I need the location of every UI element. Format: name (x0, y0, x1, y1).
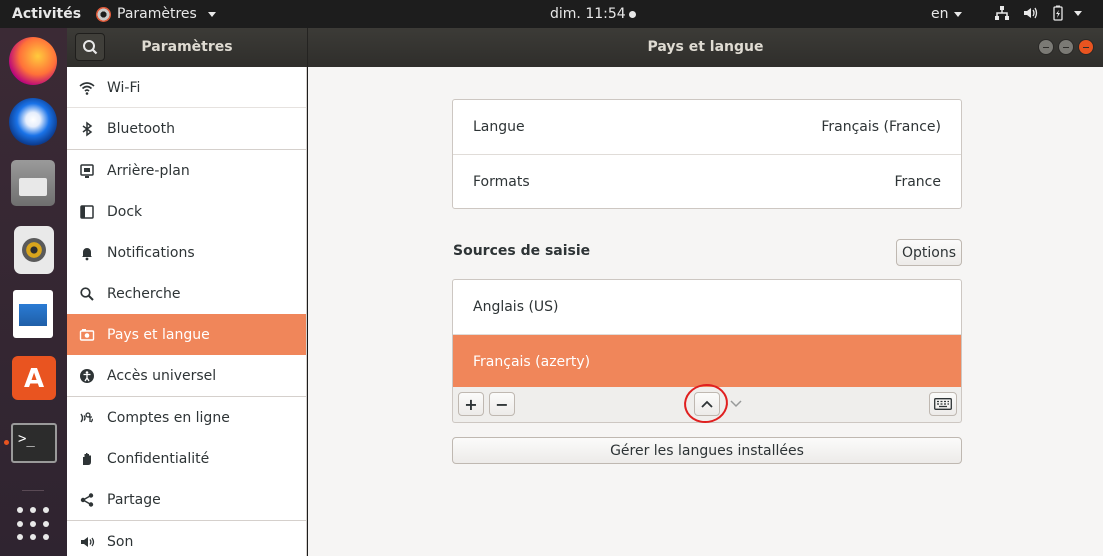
network-icon (995, 6, 1009, 20)
chevron-down-icon (953, 11, 962, 17)
show-applications-icon[interactable] (17, 507, 51, 541)
sidebar-item-label: Accès universel (107, 367, 217, 384)
sidebar-item-sound[interactable]: Son (67, 521, 306, 556)
main-pane: Langue Français (France) Formats France … (308, 67, 1103, 556)
chevron-down-icon (730, 400, 742, 408)
thunderbird-icon[interactable] (9, 98, 57, 146)
formats-row[interactable]: Formats France (453, 154, 961, 208)
keyboard-layout-button[interactable] (929, 392, 957, 416)
sidebar-item-bluetooth[interactable]: Bluetooth (67, 108, 306, 149)
input-language-menu[interactable]: en (931, 5, 962, 23)
input-source-label: Français (azerty) (473, 353, 591, 370)
language-value: Français (France) (821, 119, 941, 135)
sidebar-item-accessibility[interactable]: Accès universel (67, 355, 306, 396)
input-source-row[interactable]: Anglais (US) (453, 280, 961, 334)
background-icon (80, 163, 94, 178)
sidebar-item-region-language[interactable]: Pays et langue (67, 314, 306, 355)
share-icon (80, 492, 94, 507)
search-icon (80, 286, 94, 301)
wifi-icon (79, 81, 95, 95)
online-accounts-icon (80, 411, 93, 422)
clock-label: dim. 11:54 (550, 6, 626, 22)
page-title: Pays et langue (647, 39, 764, 55)
sidebar-item-notifications[interactable]: Notifications (67, 232, 306, 273)
sidebar-item-label: Arrière-plan (107, 162, 190, 179)
sidebar-item-sharing[interactable]: Partage (67, 479, 306, 520)
software-store-icon[interactable]: A (12, 356, 56, 400)
sidebar-item-label: Partage (107, 491, 161, 508)
input-source-row-selected[interactable]: Français (azerty) (453, 334, 961, 388)
system-tray[interactable] (994, 5, 1082, 21)
maximize-button[interactable] (1058, 39, 1074, 55)
formats-label: Formats (473, 173, 530, 190)
formats-value: France (894, 173, 941, 190)
input-source-label: Anglais (US) (473, 299, 559, 315)
clock[interactable]: dim. 11:54 (550, 5, 636, 23)
input-language-label: en (931, 6, 949, 22)
dock-icon (80, 204, 94, 219)
search-icon (83, 40, 98, 55)
input-sources-title: Sources de saisie (453, 243, 591, 259)
battery-icon (1053, 5, 1063, 21)
bluetooth-icon (82, 121, 93, 136)
privacy-hand-icon (83, 452, 91, 465)
manage-languages-button[interactable]: Gérer les langues installées (452, 437, 962, 464)
libreoffice-writer-icon[interactable] (13, 290, 53, 338)
sidebar-item-label: Recherche (107, 285, 181, 302)
input-sources-list: Anglais (US) Français (azerty) (452, 279, 962, 389)
keyboard-icon (934, 398, 952, 410)
activities-button[interactable]: Activités (12, 5, 81, 23)
sidebar-item-label: Notifications (107, 244, 195, 261)
accessibility-icon (80, 368, 94, 383)
sidebar-item-label: Comptes en ligne (107, 409, 230, 426)
app-menu[interactable]: Paramètres (96, 5, 216, 23)
terminal-icon[interactable]: >_ (11, 423, 57, 463)
region-language-icon (79, 328, 95, 341)
desktop: Activités Paramètres dim. 11:54 en A >_ (0, 0, 1103, 556)
close-button[interactable] (1078, 39, 1094, 55)
sidebar-item-label: Wi-Fi (107, 79, 141, 96)
sidebar-item-label: Dock (107, 203, 143, 220)
sidebar: Wi-Fi Bluetooth Arrière-plan Dock Notifi… (67, 67, 307, 556)
sidebar-item-label: Confidentialité (107, 450, 210, 467)
sidebar-item-label: Pays et langue (107, 326, 210, 343)
sidebar-item-privacy[interactable]: Confidentialité (67, 438, 306, 479)
region-panel: Langue Français (France) Formats France (452, 99, 962, 209)
volume-icon (1024, 7, 1038, 19)
sidebar-item-dock[interactable]: Dock (67, 191, 306, 232)
firefox-icon[interactable] (9, 37, 57, 85)
sidebar-item-label: Son (107, 533, 134, 550)
speaker-icon (81, 536, 95, 547)
sidebar-item-search[interactable]: Recherche (67, 273, 306, 314)
chevron-down-icon (207, 11, 216, 17)
top-bar: Activités Paramètres dim. 11:54 en (0, 0, 1103, 28)
search-button[interactable] (75, 33, 105, 61)
rhythmbox-icon[interactable] (14, 226, 54, 274)
language-row[interactable]: Langue Français (France) (453, 100, 961, 154)
sidebar-item-online-accounts[interactable]: Comptes en ligne (67, 397, 306, 438)
minimize-button[interactable] (1038, 39, 1054, 55)
remove-input-source-button[interactable]: − (489, 392, 515, 416)
settings-gear-icon (96, 6, 111, 22)
sidebar-item-label: Bluetooth (107, 120, 175, 137)
files-icon[interactable] (11, 160, 55, 206)
app-menu-label: Paramètres (117, 6, 197, 22)
running-indicator (4, 440, 9, 445)
dock: A >_ (0, 28, 67, 556)
sidebar-item-wifi[interactable]: Wi-Fi (67, 67, 306, 108)
sidebar-item-background[interactable]: Arrière-plan (67, 150, 306, 191)
language-label: Langue (473, 119, 525, 135)
window-header: Paramètres Pays et langue (67, 28, 1103, 67)
options-button[interactable]: Options (896, 239, 962, 266)
notification-dot-icon (628, 10, 636, 18)
add-input-source-button[interactable]: + (458, 392, 484, 416)
chevron-down-icon (1074, 10, 1082, 16)
dock-separator (22, 490, 44, 491)
bell-icon (82, 247, 92, 260)
